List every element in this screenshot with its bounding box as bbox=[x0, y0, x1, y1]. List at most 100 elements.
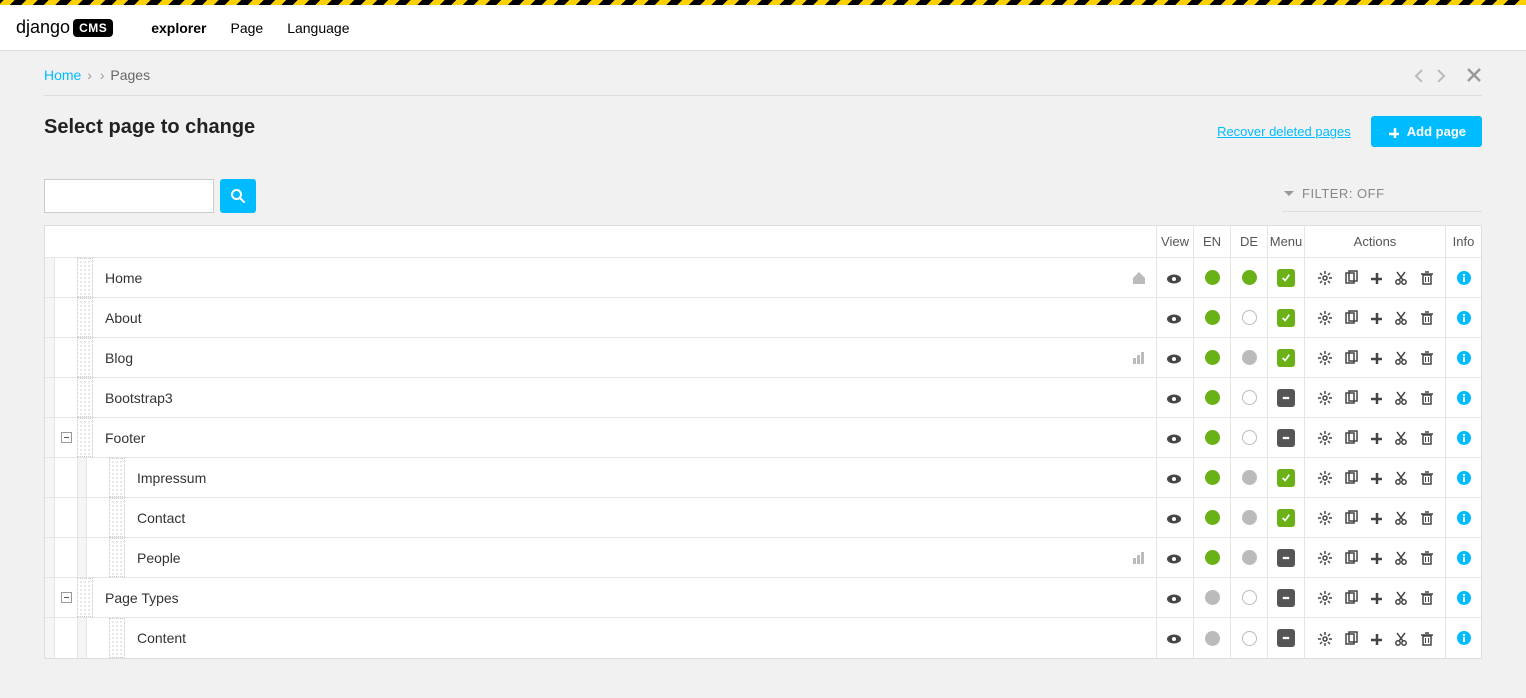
search-input[interactable] bbox=[44, 179, 214, 213]
menu-check-icon[interactable] bbox=[1277, 309, 1295, 327]
search-button[interactable] bbox=[220, 179, 256, 213]
language-indicator-icon[interactable] bbox=[1242, 631, 1257, 646]
menu-check-icon[interactable] bbox=[1277, 509, 1295, 527]
language-indicator-icon[interactable] bbox=[1242, 350, 1257, 365]
delete-icon[interactable] bbox=[1419, 510, 1434, 525]
copy-icon[interactable] bbox=[1343, 430, 1358, 445]
page-title-text[interactable]: People bbox=[125, 550, 1131, 566]
toolbar-item[interactable]: Page bbox=[218, 5, 275, 51]
page-title-text[interactable]: Content bbox=[125, 630, 1156, 646]
settings-icon[interactable] bbox=[1317, 390, 1332, 405]
settings-icon[interactable] bbox=[1317, 550, 1332, 565]
cut-icon[interactable] bbox=[1393, 631, 1408, 646]
cut-icon[interactable] bbox=[1393, 510, 1408, 525]
settings-icon[interactable] bbox=[1317, 470, 1332, 485]
drag-handle[interactable] bbox=[77, 298, 93, 337]
page-title-text[interactable]: Footer bbox=[93, 430, 1156, 446]
eye-icon[interactable] bbox=[1166, 471, 1184, 485]
menu-dash-icon[interactable] bbox=[1277, 429, 1295, 447]
language-indicator-icon[interactable] bbox=[1205, 270, 1220, 285]
language-indicator-icon[interactable] bbox=[1242, 390, 1257, 405]
add-page-button[interactable]: Add page bbox=[1371, 116, 1482, 147]
sideframe-forward-icon[interactable] bbox=[1432, 68, 1446, 82]
tree-expander-icon[interactable] bbox=[61, 432, 72, 443]
add-icon[interactable] bbox=[1369, 551, 1382, 564]
delete-icon[interactable] bbox=[1419, 550, 1434, 565]
page-title-text[interactable]: Contact bbox=[125, 510, 1156, 526]
eye-icon[interactable] bbox=[1166, 271, 1184, 285]
language-indicator-icon[interactable] bbox=[1242, 550, 1257, 565]
eye-icon[interactable] bbox=[1166, 631, 1184, 645]
add-icon[interactable] bbox=[1369, 471, 1382, 484]
drag-handle[interactable] bbox=[77, 578, 93, 617]
page-title-text[interactable]: Page Types bbox=[93, 590, 1156, 606]
eye-icon[interactable] bbox=[1166, 511, 1184, 525]
info-icon[interactable] bbox=[1456, 510, 1472, 526]
language-indicator-icon[interactable] bbox=[1242, 590, 1257, 605]
add-icon[interactable] bbox=[1369, 391, 1382, 404]
info-icon[interactable] bbox=[1456, 310, 1472, 326]
copy-icon[interactable] bbox=[1343, 510, 1358, 525]
menu-check-icon[interactable] bbox=[1277, 269, 1295, 287]
add-icon[interactable] bbox=[1369, 311, 1382, 324]
eye-icon[interactable] bbox=[1166, 391, 1184, 405]
page-title-text[interactable]: Bootstrap3 bbox=[93, 390, 1156, 406]
info-icon[interactable] bbox=[1456, 390, 1472, 406]
copy-icon[interactable] bbox=[1343, 590, 1358, 605]
cut-icon[interactable] bbox=[1393, 430, 1408, 445]
settings-icon[interactable] bbox=[1317, 270, 1332, 285]
page-title-text[interactable]: Impressum bbox=[125, 470, 1156, 486]
info-icon[interactable] bbox=[1456, 470, 1472, 486]
cut-icon[interactable] bbox=[1393, 270, 1408, 285]
filter-toggle[interactable]: FILTER: OFF bbox=[1282, 180, 1482, 212]
info-icon[interactable] bbox=[1456, 550, 1472, 566]
drag-handle[interactable] bbox=[109, 538, 125, 577]
cut-icon[interactable] bbox=[1393, 310, 1408, 325]
drag-handle[interactable] bbox=[77, 378, 93, 417]
cut-icon[interactable] bbox=[1393, 550, 1408, 565]
info-icon[interactable] bbox=[1456, 630, 1472, 646]
add-icon[interactable] bbox=[1369, 351, 1382, 364]
eye-icon[interactable] bbox=[1166, 431, 1184, 445]
copy-icon[interactable] bbox=[1343, 631, 1358, 646]
page-title-text[interactable]: Home bbox=[93, 270, 1131, 286]
delete-icon[interactable] bbox=[1419, 390, 1434, 405]
toolbar-item[interactable]: Language bbox=[275, 5, 361, 51]
add-icon[interactable] bbox=[1369, 632, 1382, 645]
delete-icon[interactable] bbox=[1419, 270, 1434, 285]
language-indicator-icon[interactable] bbox=[1205, 590, 1220, 605]
copy-icon[interactable] bbox=[1343, 550, 1358, 565]
settings-icon[interactable] bbox=[1317, 310, 1332, 325]
brand-logo[interactable]: django CMS bbox=[10, 17, 119, 38]
add-icon[interactable] bbox=[1369, 431, 1382, 444]
sideframe-back-icon[interactable] bbox=[1412, 68, 1426, 82]
page-title-text[interactable]: Blog bbox=[93, 350, 1131, 366]
add-icon[interactable] bbox=[1369, 591, 1382, 604]
menu-check-icon[interactable] bbox=[1277, 349, 1295, 367]
toolbar-item[interactable]: explorer bbox=[139, 5, 218, 51]
tree-expander-icon[interactable] bbox=[61, 592, 72, 603]
cut-icon[interactable] bbox=[1393, 350, 1408, 365]
language-indicator-icon[interactable] bbox=[1205, 510, 1220, 525]
eye-icon[interactable] bbox=[1166, 591, 1184, 605]
language-indicator-icon[interactable] bbox=[1242, 470, 1257, 485]
info-icon[interactable] bbox=[1456, 590, 1472, 606]
add-icon[interactable] bbox=[1369, 511, 1382, 524]
settings-icon[interactable] bbox=[1317, 590, 1332, 605]
drag-handle[interactable] bbox=[109, 618, 125, 658]
language-indicator-icon[interactable] bbox=[1242, 270, 1257, 285]
language-indicator-icon[interactable] bbox=[1205, 430, 1220, 445]
settings-icon[interactable] bbox=[1317, 350, 1332, 365]
delete-icon[interactable] bbox=[1419, 470, 1434, 485]
breadcrumb-home[interactable]: Home bbox=[44, 67, 81, 83]
language-indicator-icon[interactable] bbox=[1205, 631, 1220, 646]
cut-icon[interactable] bbox=[1393, 590, 1408, 605]
page-title-text[interactable]: About bbox=[93, 310, 1156, 326]
delete-icon[interactable] bbox=[1419, 590, 1434, 605]
cut-icon[interactable] bbox=[1393, 390, 1408, 405]
delete-icon[interactable] bbox=[1419, 430, 1434, 445]
language-indicator-icon[interactable] bbox=[1205, 470, 1220, 485]
eye-icon[interactable] bbox=[1166, 351, 1184, 365]
info-icon[interactable] bbox=[1456, 350, 1472, 366]
delete-icon[interactable] bbox=[1419, 350, 1434, 365]
